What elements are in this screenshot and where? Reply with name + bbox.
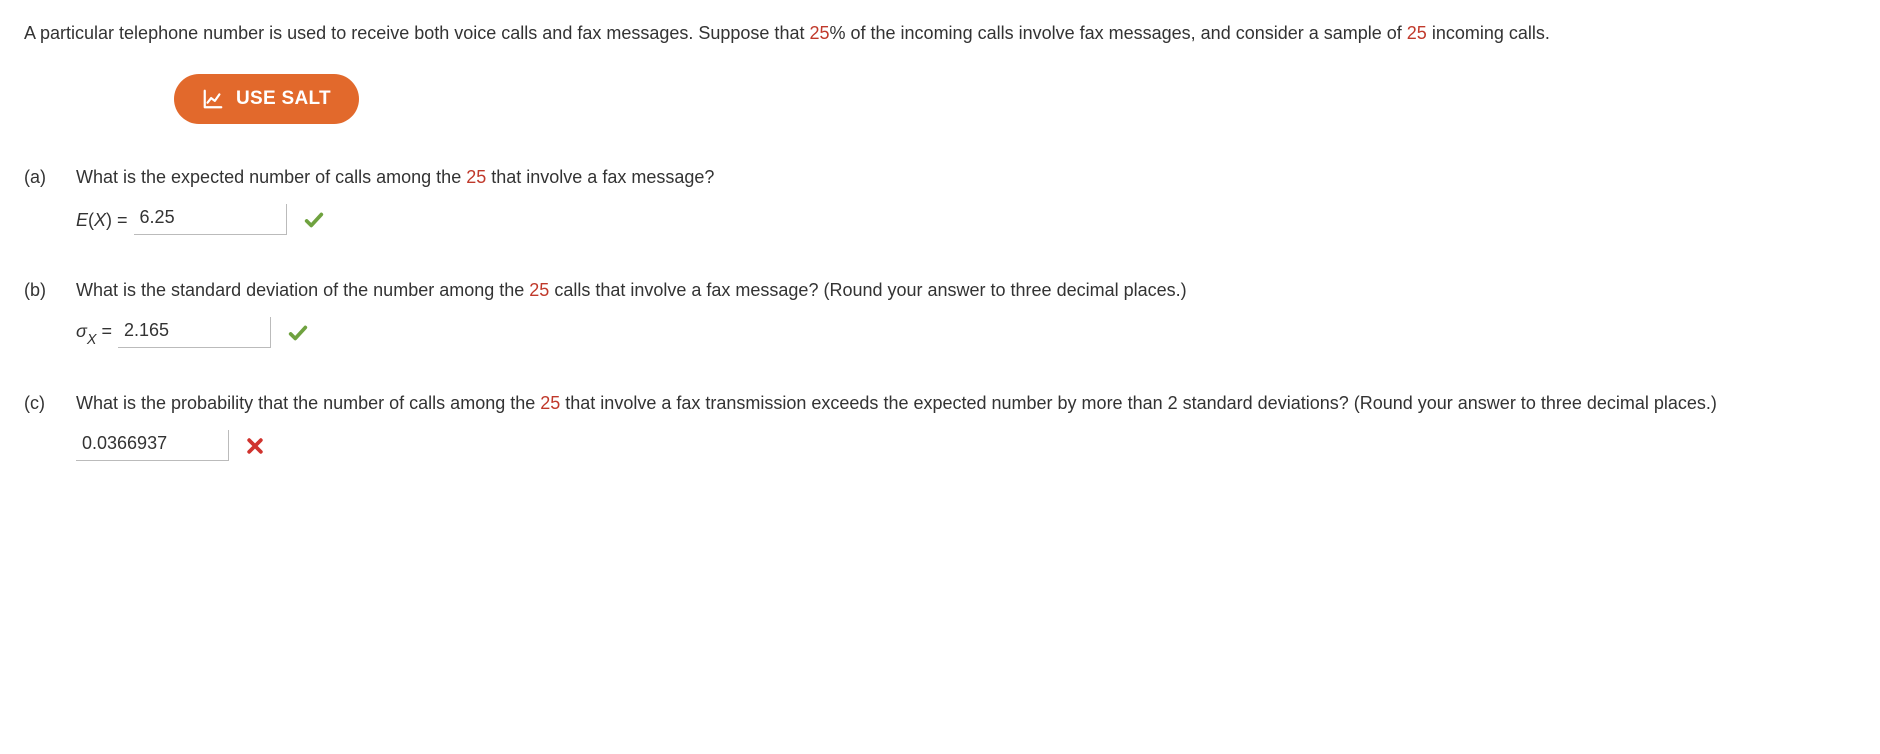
part-a-question: What is the expected number of calls amo… [76,164,1856,190]
part-c-question: What is the probability that the number … [76,390,1856,416]
part-c-label: (c) [24,390,76,461]
use-salt-label: USE SALT [236,88,331,110]
part-c: (c) What is the probability that the num… [24,390,1856,461]
problem-intro: A particular telephone number is used to… [24,20,1856,46]
part-a-label: (a) [24,164,76,235]
salt-row: USE SALT [24,74,1856,124]
chart-icon [202,88,224,110]
part-a-input[interactable] [134,204,287,235]
part-b: (b) What is the standard deviation of th… [24,277,1856,348]
part-c-answer-row [76,430,1856,461]
part-b-prefix: σX = [76,318,112,348]
part-b-input[interactable] [118,317,271,348]
part-b-answer-row: σX = [76,317,1856,348]
check-icon [287,322,309,344]
intro-text-3: incoming calls. [1427,23,1550,43]
intro-sample-size: 25 [1407,23,1427,43]
part-a-answer-row: E(X) = [76,204,1856,235]
intro-text-2: % of the incoming calls involve fax mess… [830,23,1407,43]
intro-text-1: A particular telephone number is used to… [24,23,809,43]
check-icon [303,209,325,231]
use-salt-button[interactable]: USE SALT [174,74,359,124]
part-c-input[interactable] [76,430,229,461]
cross-icon [245,436,265,456]
part-b-label: (b) [24,277,76,348]
part-a: (a) What is the expected number of calls… [24,164,1856,235]
part-a-prefix: E(X) = [76,207,128,233]
part-b-question: What is the standard deviation of the nu… [76,277,1856,303]
intro-percent: 25 [809,23,829,43]
